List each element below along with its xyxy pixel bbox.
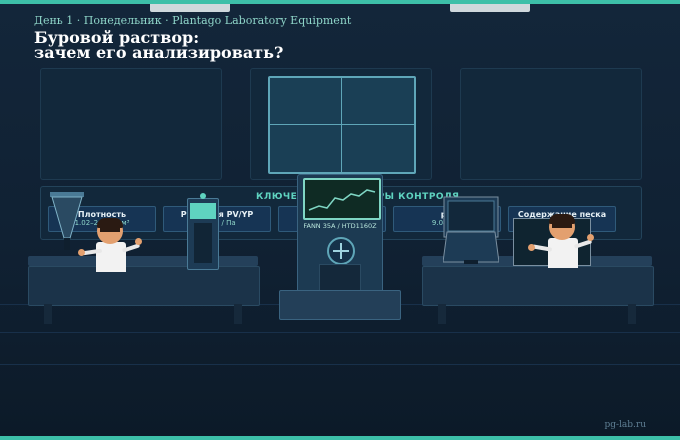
- ceiling-light: [150, 4, 230, 12]
- top-accent-line: [0, 0, 680, 4]
- bottom-accent-line: [0, 436, 680, 440]
- lab-scene: День 1 · Понедельник · Plantago Laborato…: [0, 0, 680, 440]
- desk-leg: [628, 304, 636, 324]
- console-model-label: FANN 35A / HTD1160Z: [303, 222, 377, 230]
- analyzer-instrument: [443, 196, 499, 264]
- lab-technician-left: [78, 218, 144, 274]
- page-title: Буровой раствор: зачем его анализировать…: [34, 30, 284, 62]
- lab-technician-right: [528, 214, 594, 270]
- viscometer-instrument: [187, 193, 219, 270]
- title-line-2: зачем его анализировать?: [34, 43, 284, 62]
- ceiling-light: [450, 4, 530, 12]
- site-footer[interactable]: pg-lab.ru: [604, 420, 646, 430]
- line-chart-icon: [303, 178, 381, 220]
- console-base: [279, 290, 401, 320]
- desk-right: [422, 266, 654, 306]
- funnel-icon: [50, 192, 84, 250]
- floor-line: [0, 364, 680, 365]
- wall-panel-left: [40, 68, 222, 180]
- breadcrumb: День 1 · Понедельник · Plantago Laborato…: [34, 14, 352, 27]
- desk-leg: [44, 304, 52, 324]
- desk-left: [28, 266, 260, 306]
- crosshair-dial-icon[interactable]: [327, 237, 355, 265]
- desk-leg: [438, 304, 446, 324]
- desk-leg: [234, 304, 242, 324]
- lab-window: [268, 76, 416, 174]
- wall-panel-right: [460, 68, 642, 180]
- floor-line: [0, 332, 680, 333]
